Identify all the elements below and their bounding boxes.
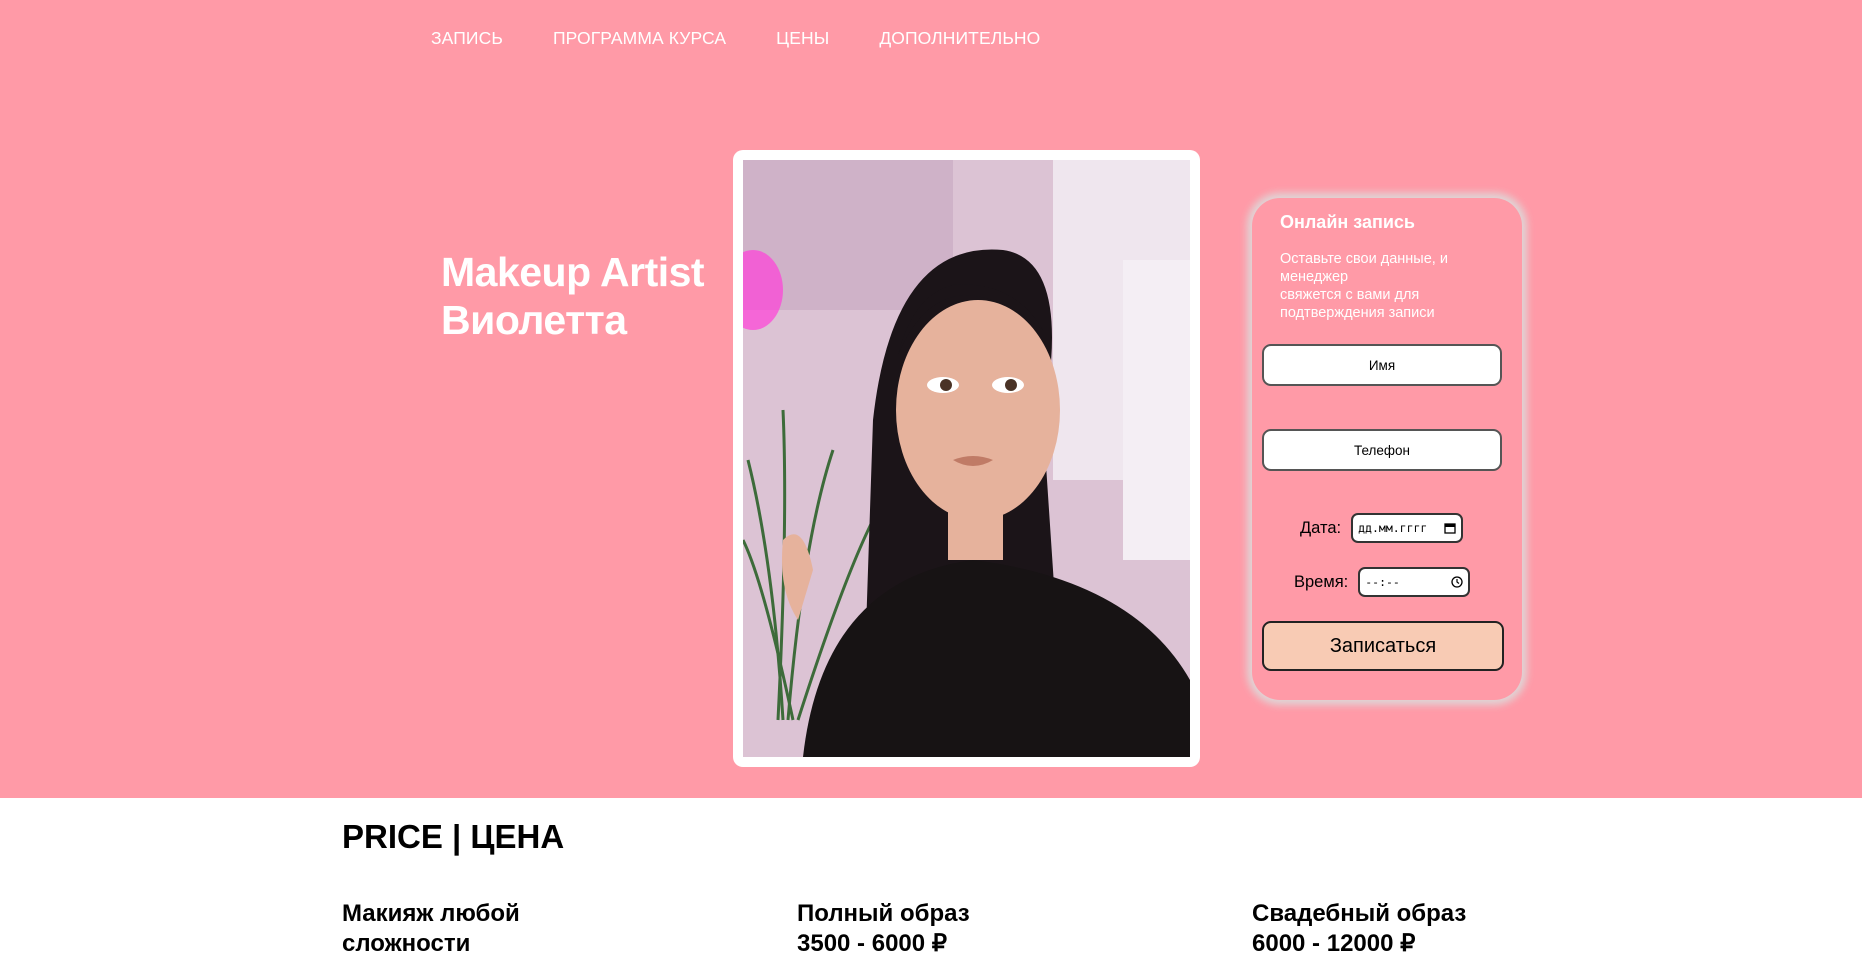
form-title: Онлайн запись (1280, 212, 1415, 232)
online-booking-form: Онлайн запись Оставьте свои данные, и ме… (1252, 198, 1522, 700)
time-label: Время: (1294, 572, 1349, 591)
portrait-photo (743, 160, 1190, 757)
date-row: Дата: дд.мм.гггг (1300, 513, 1464, 543)
price-item-line2: 6000 - 12000 ₽ (1252, 930, 1416, 957)
price-item-makeup: Макияж любой сложности (342, 899, 520, 959)
price-section-title: PRICE | ЦЕНА (342, 818, 565, 855)
nav-item-dopolnitelno[interactable]: ДОПОЛНИТЕЛЬНО (879, 28, 1040, 49)
price-item-full-look: Полный образ 3500 - 6000 ₽ (797, 899, 970, 959)
name-field[interactable] (1262, 344, 1502, 386)
price-item-line1: Макияж любой (342, 900, 520, 927)
form-desc-line2: менеджер (1280, 269, 1349, 285)
calendar-icon[interactable] (1444, 522, 1456, 534)
price-item-wedding: Свадебный образ 6000 - 12000 ₽ (1252, 899, 1466, 959)
hero-title-line1: Makeup Artist (441, 249, 705, 295)
time-input[interactable]: --:-- (1358, 567, 1471, 597)
form-description: Оставьте свои данные, и менеджер свяжетс… (1280, 250, 1455, 322)
clock-icon[interactable] (1451, 576, 1463, 588)
nav-item-ceny[interactable]: ЦЕНЫ (776, 28, 829, 49)
price-item-line2: 3500 - 6000 ₽ (797, 930, 948, 957)
nav-item-programma[interactable]: ПРОГРАММА КУРСА (553, 28, 726, 49)
form-desc-line1: Оставьте свои данные, и (1280, 251, 1448, 267)
price-item-line1: Полный образ (797, 900, 970, 927)
form-desc-line3: свяжется с вами для (1280, 287, 1420, 303)
form-desc-line4: подтверждения записи (1280, 305, 1435, 321)
date-input[interactable]: дд.мм.гггг (1351, 513, 1464, 543)
price-item-line2: сложности (342, 930, 471, 957)
hero-title-line2: Виолетта (441, 297, 627, 343)
price-item-line1: Свадебный образ (1252, 900, 1467, 927)
time-placeholder: --:-- (1365, 575, 1400, 589)
portrait-frame (733, 150, 1200, 767)
hero-section: ЗАПИСЬ ПРОГРАММА КУРСА ЦЕНЫ ДОПОЛНИТЕЛЬН… (0, 0, 1862, 798)
date-label: Дата: (1300, 518, 1342, 537)
portrait-illustration (743, 160, 1190, 757)
date-placeholder: дд.мм.гггг (1358, 521, 1428, 535)
nav-item-zapis[interactable]: ЗАПИСЬ (431, 28, 503, 49)
phone-field[interactable] (1262, 429, 1502, 471)
hero-title: Makeup Artist Виолетта (441, 248, 705, 344)
submit-button[interactable]: Записаться (1262, 621, 1504, 671)
top-nav: ЗАПИСЬ ПРОГРАММА КУРСА ЦЕНЫ ДОПОЛНИТЕЛЬН… (431, 28, 1090, 49)
time-row: Время: --:-- (1294, 567, 1471, 597)
